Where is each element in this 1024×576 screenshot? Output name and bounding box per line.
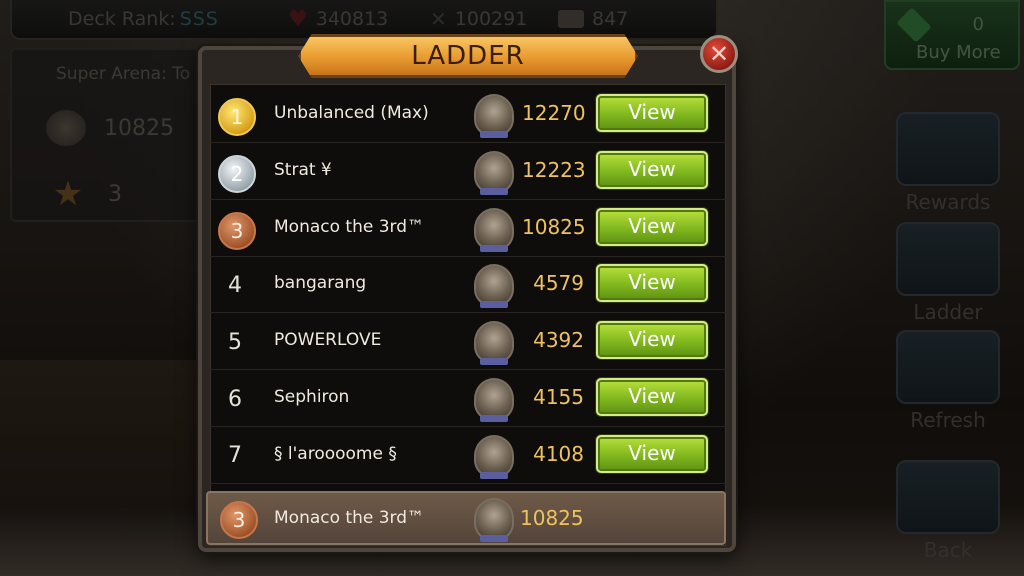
view-button[interactable]: View	[596, 207, 708, 246]
player-name: Monaco the 3rd™	[274, 216, 425, 237]
ladder-row: 6 Sephiron 4155 View	[210, 372, 726, 427]
player-score: 4155	[533, 385, 584, 409]
ladder-row: 5 POWERLOVE 4392 View	[210, 315, 726, 371]
view-button[interactable]: View	[596, 264, 708, 303]
rank-badge: 1	[218, 98, 256, 136]
rank-badge: 3	[218, 211, 256, 250]
player-score: 12223	[522, 157, 586, 182]
view-button[interactable]: View	[596, 94, 708, 132]
player-name: Strat ¥	[274, 159, 332, 180]
rank-badge: 4	[228, 272, 242, 298]
current-player-row: 3 Monaco the 3rd™ 10825	[206, 491, 726, 545]
fist-icon	[474, 264, 514, 309]
rank-badge: 3	[220, 501, 258, 539]
player-score: 10825	[522, 214, 586, 239]
fist-icon	[474, 378, 514, 422]
fist-icon	[474, 207, 514, 252]
fist-icon	[474, 434, 514, 479]
fist-icon	[474, 94, 514, 138]
player-score: 4392	[533, 328, 584, 353]
player-score: 10825	[520, 506, 584, 530]
ladder-row: 4 bangarang 4579 View	[210, 258, 726, 314]
player-score: 12270	[522, 101, 586, 125]
ladder-row: 1 Unbalanced (Max) 12270 View	[210, 88, 726, 143]
fist-icon	[474, 150, 514, 195]
ladder-row: 2 Strat ¥ 12223 View	[210, 145, 726, 200]
ladder-row: 7 § l'aroooome § 4108 View	[210, 429, 726, 484]
rank-badge: 6	[228, 386, 242, 412]
rank-badge: 2	[218, 154, 256, 193]
rank-badge: 7	[228, 443, 242, 469]
player-name: POWERLOVE	[274, 330, 382, 351]
fist-icon	[474, 498, 514, 542]
player-name: Sephiron	[274, 387, 350, 407]
view-button[interactable]: View	[596, 150, 708, 189]
view-button[interactable]: View	[596, 378, 708, 416]
close-button[interactable]: ✕	[700, 35, 738, 73]
view-button[interactable]: View	[596, 321, 708, 360]
ladder-title: LADDER	[411, 41, 525, 71]
player-name: Unbalanced (Max)	[274, 103, 429, 123]
rank-badge: 5	[228, 329, 242, 355]
player-name: § l'aroooome §	[274, 443, 397, 464]
fist-icon	[474, 321, 514, 366]
player-score: 4579	[533, 271, 584, 296]
player-name: Monaco the 3rd™	[274, 508, 425, 528]
player-name: bangarang	[274, 273, 367, 294]
ladder-title-banner: LADDER	[298, 34, 638, 78]
view-button[interactable]: View	[596, 434, 708, 473]
ladder-row: 3 Monaco the 3rd™ 10825 View	[210, 202, 726, 257]
player-score: 4108	[533, 441, 584, 466]
